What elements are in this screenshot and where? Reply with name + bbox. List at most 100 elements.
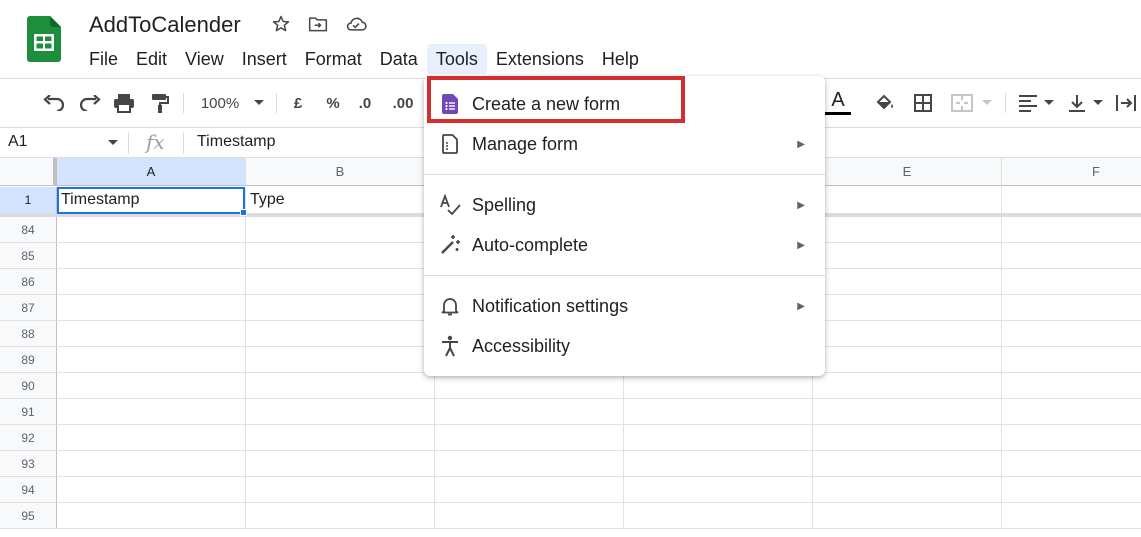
name-box[interactable]: A1 [8,133,28,151]
menu-insert[interactable]: Insert [233,44,296,74]
grid-cell[interactable] [246,321,435,347]
grid-cell[interactable] [813,269,1002,295]
grid-cell[interactable] [57,399,246,425]
grid-cell[interactable] [435,373,624,399]
menu-item-notification-settings[interactable]: Notification settings ▶ [424,286,825,326]
menu-item-create-new-form[interactable]: Create a new form [424,84,825,124]
formula-input[interactable]: Timestamp [197,133,276,151]
grid-cell[interactable] [1002,243,1141,269]
grid-cell[interactable] [813,425,1002,451]
grid-cell[interactable] [1002,477,1141,503]
chevron-down-icon[interactable] [1042,91,1056,115]
grid-cell[interactable] [1002,295,1141,321]
grid-cell[interactable] [246,503,435,529]
zoom-select[interactable]: 100% [194,91,246,115]
grid-cell[interactable] [1002,269,1141,295]
currency-button[interactable]: £ [288,91,308,115]
paint-format-icon[interactable] [148,91,172,115]
row-header[interactable]: 89 [0,347,57,373]
grid-cell[interactable] [813,477,1002,503]
row-header[interactable]: 1 [0,187,57,214]
chevron-down-icon[interactable] [108,134,118,155]
text-wrap-icon[interactable] [1114,91,1138,115]
cell-f1[interactable] [1002,187,1141,214]
grid-cell[interactable] [57,451,246,477]
row-header[interactable]: 84 [0,217,57,243]
grid-cell[interactable] [813,295,1002,321]
chevron-down-icon[interactable] [252,91,266,115]
align-left-icon[interactable] [1017,91,1039,115]
grid-cell[interactable] [435,503,624,529]
grid-cell[interactable] [57,269,246,295]
move-folder-icon[interactable] [306,12,330,36]
grid-cell[interactable] [813,321,1002,347]
grid-cell[interactable] [435,399,624,425]
grid-cell[interactable] [813,243,1002,269]
row-header[interactable]: 95 [0,503,57,529]
column-header-b[interactable]: B [246,158,435,186]
menu-format[interactable]: Format [296,44,371,74]
grid-cell[interactable] [57,347,246,373]
grid-cell[interactable] [624,399,813,425]
grid-cell[interactable] [1002,321,1141,347]
grid-cell[interactable] [813,373,1002,399]
grid-cell[interactable] [57,425,246,451]
grid-cell[interactable] [246,347,435,373]
grid-cell[interactable] [246,451,435,477]
grid-cell[interactable] [813,399,1002,425]
grid-cell[interactable] [57,503,246,529]
grid-cell[interactable] [246,295,435,321]
grid-cell[interactable] [57,477,246,503]
grid-cell[interactable] [246,373,435,399]
menu-item-manage-form[interactable]: Manage form ▶ [424,124,825,164]
cloud-status-icon[interactable] [344,12,368,36]
grid-cell[interactable] [1002,217,1141,243]
print-icon[interactable] [112,91,136,115]
vertical-align-icon[interactable] [1066,91,1088,115]
row-header[interactable]: 87 [0,295,57,321]
row-header[interactable]: 86 [0,269,57,295]
percent-button[interactable]: % [323,91,343,115]
menu-extensions[interactable]: Extensions [487,44,593,74]
borders-icon[interactable] [911,91,935,115]
grid-cell[interactable] [624,373,813,399]
text-color-button[interactable]: A [825,90,851,115]
grid-cell[interactable] [813,217,1002,243]
cell-e1[interactable] [813,187,1002,214]
select-all-corner[interactable] [0,158,57,186]
grid-cell[interactable] [624,503,813,529]
column-header-a[interactable]: A [57,158,246,186]
grid-cell[interactable] [1002,373,1141,399]
decrease-decimal-button[interactable]: .0 [352,91,378,115]
menu-data[interactable]: Data [371,44,427,74]
row-header[interactable]: 92 [0,425,57,451]
menu-view[interactable]: View [176,44,233,74]
grid-cell[interactable] [1002,503,1141,529]
grid-cell[interactable] [1002,425,1141,451]
menu-file[interactable]: File [80,44,127,74]
star-icon[interactable] [269,12,293,36]
row-header[interactable]: 93 [0,451,57,477]
grid-cell[interactable] [813,347,1002,373]
grid-cell[interactable] [435,451,624,477]
column-header-e[interactable]: E [813,158,1002,186]
fill-handle[interactable] [240,209,247,216]
grid-cell[interactable] [57,217,246,243]
grid-cell[interactable] [246,243,435,269]
row-header[interactable]: 88 [0,321,57,347]
grid-cell[interactable] [246,425,435,451]
menu-help[interactable]: Help [593,44,648,74]
grid-cell[interactable] [57,373,246,399]
document-title[interactable]: AddToCalender [89,11,241,39]
row-header[interactable]: 90 [0,373,57,399]
menu-item-accessibility[interactable]: Accessibility [424,326,825,366]
grid-cell[interactable] [57,295,246,321]
undo-icon[interactable] [42,91,66,115]
menu-item-spelling[interactable]: Spelling ▶ [424,185,825,225]
increase-decimal-button[interactable]: .00 [388,91,418,115]
row-header[interactable]: 85 [0,243,57,269]
sheets-logo-icon[interactable] [27,16,61,62]
grid-cell[interactable] [813,503,1002,529]
column-header-f[interactable]: F [1002,158,1141,186]
menu-edit[interactable]: Edit [127,44,176,74]
